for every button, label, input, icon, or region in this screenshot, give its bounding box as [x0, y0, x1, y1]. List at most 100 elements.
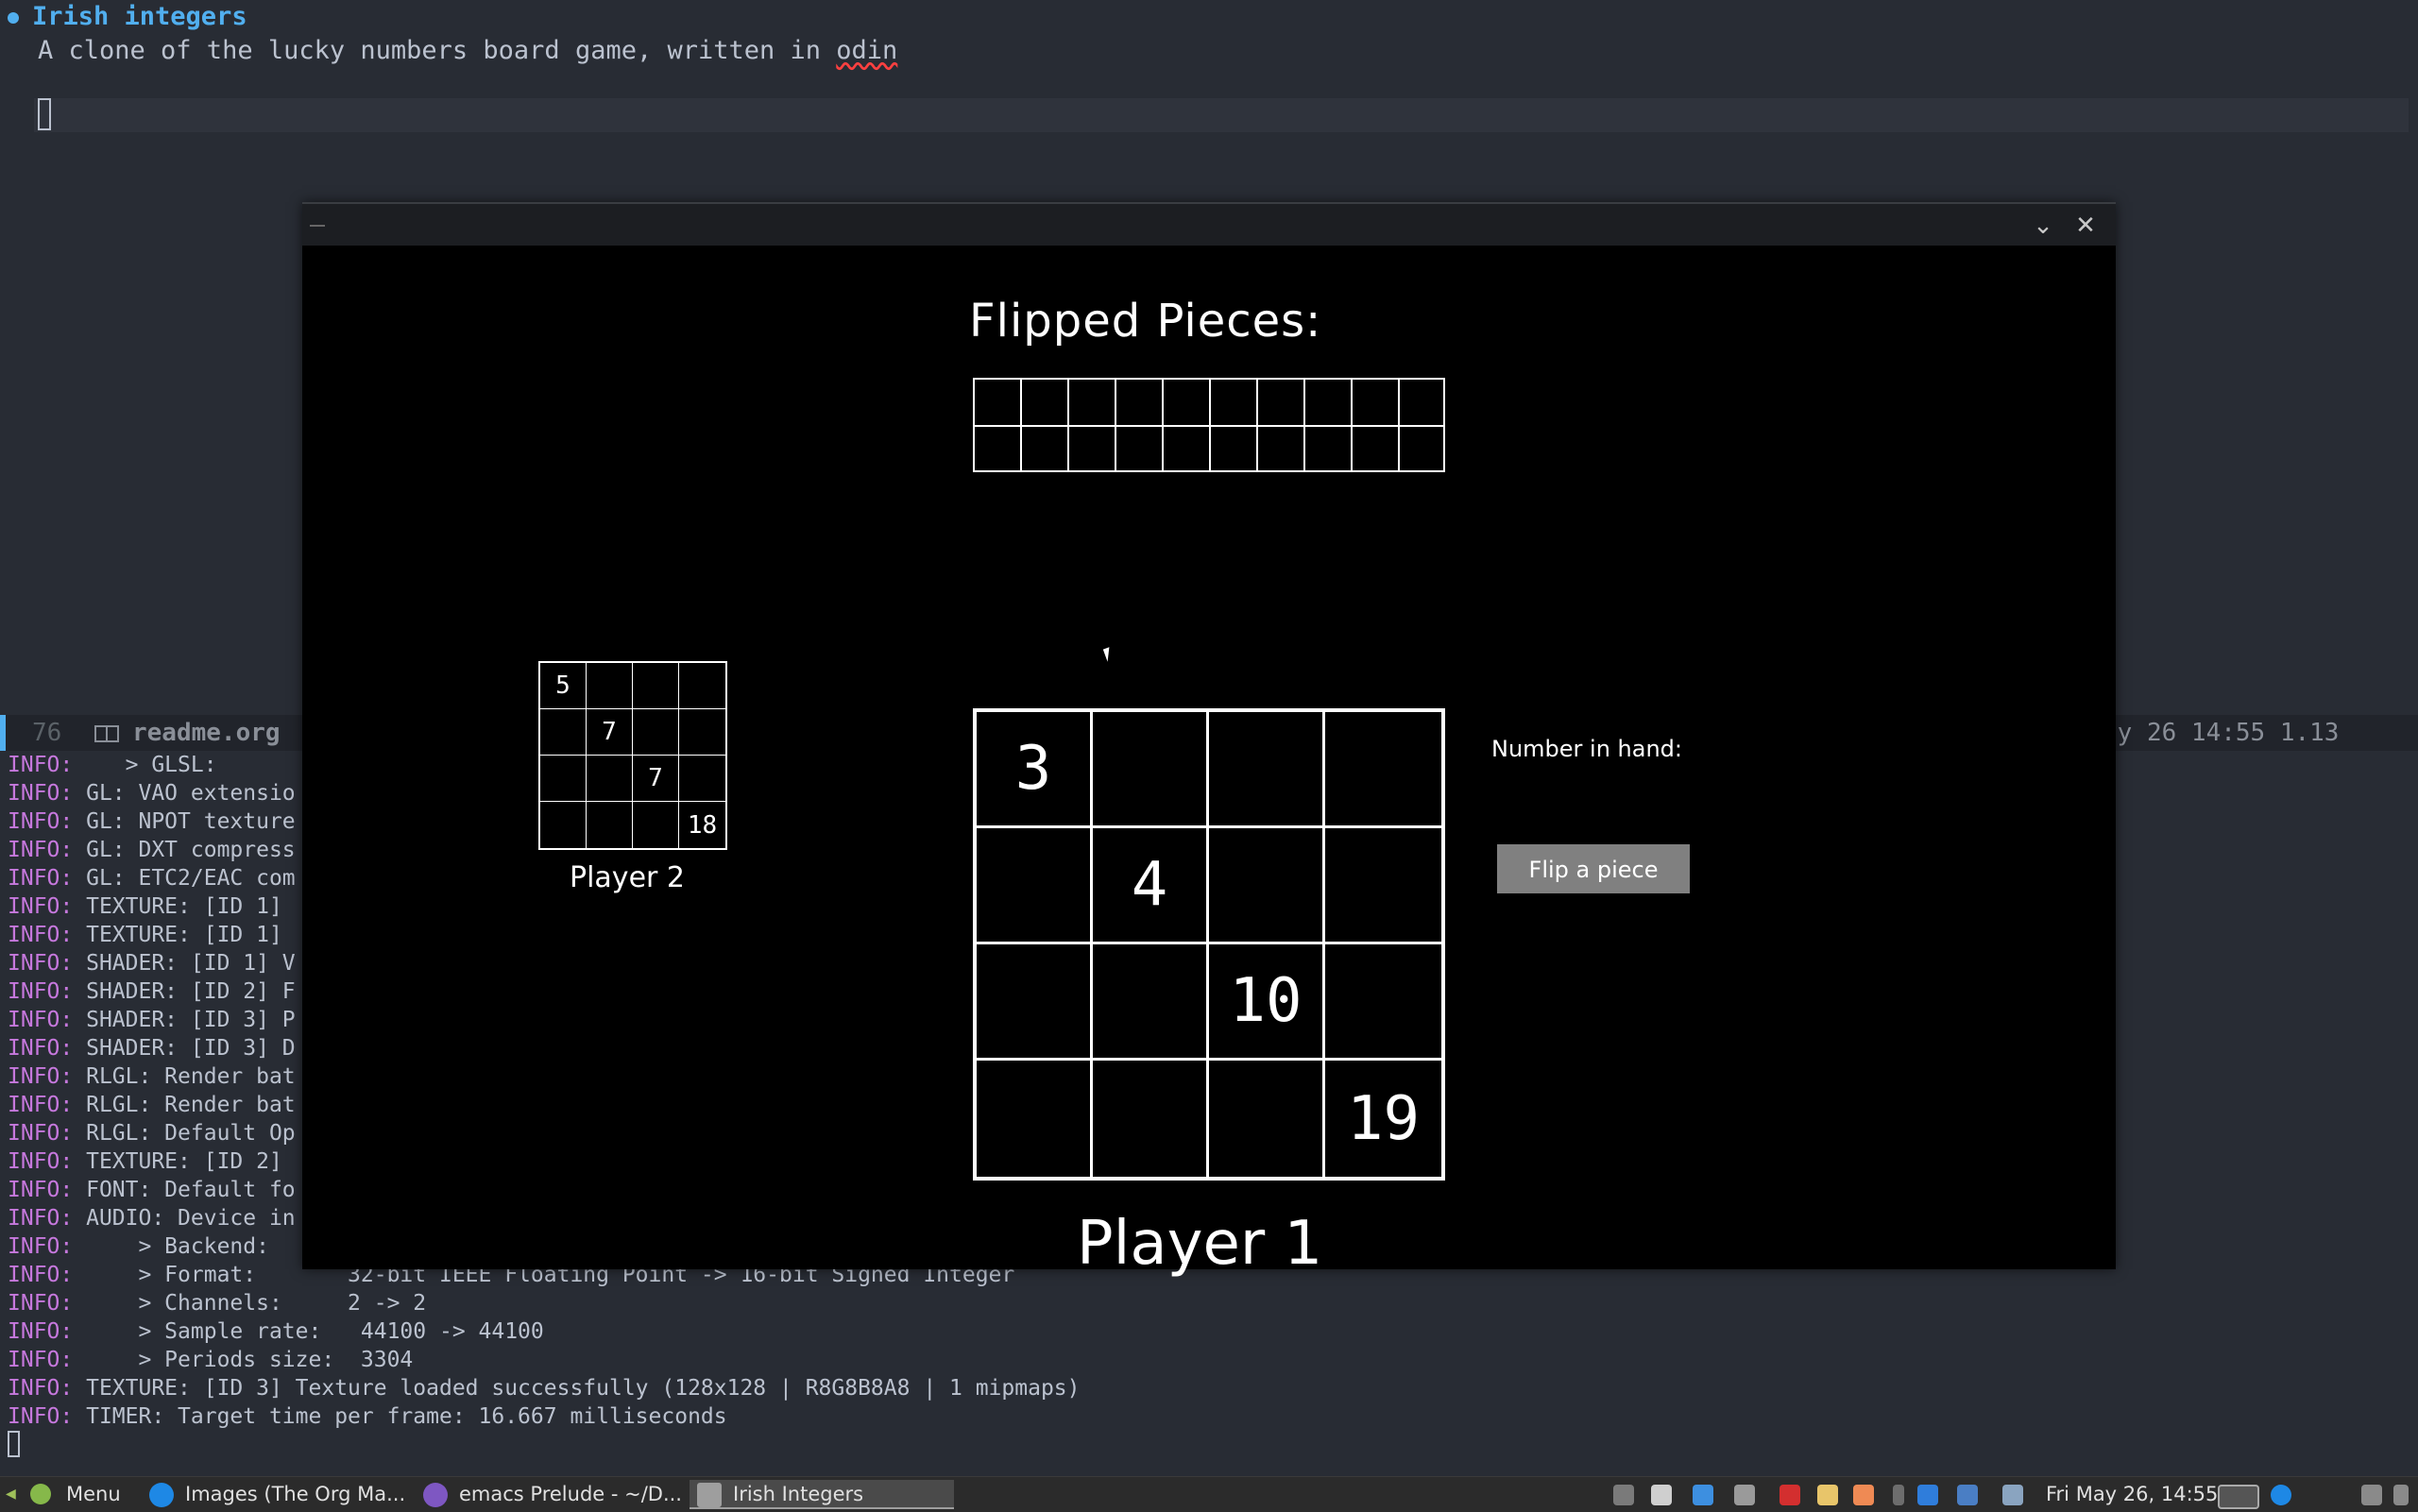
log-text: > GLSL: — [73, 753, 282, 777]
log-text: > Channels: 2 -> 2 — [73, 1291, 427, 1316]
log-text: > Sample rate: 44100 -> 44100 — [73, 1319, 544, 1344]
player1-cell[interactable]: 19 — [1325, 1061, 1441, 1177]
player1-cell[interactable]: 3 — [977, 712, 1093, 828]
modeline-indicator — [0, 715, 6, 751]
org-description: A clone of the lucky numbers board game,… — [38, 34, 897, 68]
player1-board[interactable]: 3 4 10 19 — [973, 708, 1445, 1181]
log-level: INFO: — [8, 1348, 74, 1372]
log-text: RLGL: Default Op — [73, 1121, 296, 1146]
player2-cell: 7 — [587, 709, 633, 756]
player1-cell[interactable] — [977, 828, 1093, 944]
workspace-icon[interactable] — [2218, 1485, 2259, 1509]
player1-cell[interactable] — [1093, 944, 1209, 1061]
log-line: INFO: > Channels: 2 -> 2 — [8, 1289, 426, 1317]
player1-cell[interactable] — [1093, 712, 1209, 828]
org-heading-text: Irish integers — [32, 2, 247, 31]
log-level: INFO: — [8, 838, 74, 862]
player1-label: Player 1 — [1077, 1209, 1323, 1279]
log-level: INFO: — [8, 1291, 74, 1316]
log-cursor — [8, 1431, 20, 1457]
current-line-highlight — [34, 98, 2409, 132]
bluetooth-icon[interactable] — [1917, 1485, 1938, 1505]
player2-cell: 18 — [687, 810, 718, 840]
menu-button[interactable]: Menu — [66, 1477, 121, 1512]
log-line: INFO: AUDIO: Device in — [8, 1204, 296, 1232]
player2-cell — [587, 756, 633, 802]
player2-cell: 5 — [540, 663, 587, 709]
log-text: RLGL: Render bat — [73, 1093, 296, 1117]
log-line: INFO: SHADER: [ID 3] D — [8, 1034, 296, 1062]
log-line: INFO: > Backend: — [8, 1232, 296, 1261]
dropbox-icon[interactable] — [1693, 1485, 1713, 1505]
creative-cloud-icon[interactable] — [1651, 1485, 1672, 1505]
task-irish-integers[interactable]: Irish Integers — [690, 1480, 954, 1509]
player1-cell[interactable] — [1209, 712, 1325, 828]
log-line: INFO: GL: ETC2/EAC com — [8, 864, 296, 892]
window-titlebar[interactable]: ⌄ ✕ — [302, 202, 2116, 246]
player2-label: Player 2 — [570, 861, 685, 894]
edge-icon — [149, 1483, 174, 1507]
player1-cell[interactable]: 4 — [1093, 828, 1209, 944]
player1-cell[interactable]: 10 — [1209, 944, 1325, 1061]
player1-cell[interactable] — [1325, 712, 1441, 828]
log-text: AUDIO: Device in — [73, 1206, 296, 1231]
parking-icon[interactable] — [1817, 1485, 1838, 1505]
log-line: INFO: GL: VAO extensio — [8, 779, 296, 807]
window-menu-icon[interactable] — [310, 225, 325, 227]
org-bullet-icon — [8, 11, 19, 24]
collapse-button[interactable]: ⌄ — [2027, 210, 2059, 242]
misspelled-word: odin — [836, 36, 898, 65]
player2-cell — [540, 756, 587, 802]
flipped-pieces-title: Flipped Pieces: — [969, 295, 1322, 348]
battery-icon[interactable] — [1893, 1485, 1904, 1505]
log-line: INFO: RLGL: Render bat — [8, 1091, 296, 1119]
log-text: TEXTURE: [ID 1] — [73, 894, 296, 919]
log-text: GL: VAO extensio — [73, 781, 296, 806]
log-level: INFO: — [8, 1376, 74, 1401]
folder-icon[interactable] — [2361, 1485, 2382, 1505]
player1-cell[interactable] — [977, 1061, 1093, 1177]
task-label: Irish Integers — [733, 1483, 864, 1505]
player2-cell — [633, 663, 679, 709]
log-level: INFO: — [8, 1263, 74, 1287]
menu-arrow-icon[interactable]: ◀ — [6, 1477, 16, 1512]
flip-piece-button[interactable]: Flip a piece — [1497, 844, 1690, 893]
log-level: INFO: — [8, 1008, 74, 1032]
log-text: RLGL: Render bat — [73, 1064, 296, 1089]
player1-cell[interactable] — [1209, 1061, 1325, 1177]
player1-cell[interactable] — [1325, 944, 1441, 1061]
log-line: INFO: RLGL: Default Op — [8, 1119, 296, 1147]
log-level: INFO: — [8, 1149, 74, 1174]
network-graph-icon[interactable] — [1957, 1485, 1978, 1505]
volume-icon[interactable] — [1734, 1485, 1755, 1505]
mouse-cursor-icon — [1102, 647, 1115, 662]
player1-cell[interactable] — [1093, 1061, 1209, 1177]
log-level: INFO: — [8, 1206, 74, 1231]
task-emacs[interactable]: emacs Prelude - ~/D... — [416, 1480, 690, 1509]
log-level: INFO: — [8, 753, 74, 777]
log-level: INFO: — [8, 894, 74, 919]
log-text: SHADER: [ID 2] F — [73, 979, 296, 1004]
update-icon[interactable] — [1853, 1485, 1874, 1505]
close-button[interactable]: ✕ — [2069, 210, 2102, 242]
shield-icon[interactable] — [1779, 1485, 1800, 1505]
modeline-status: ay 26 14:55 1.13 — [2103, 719, 2340, 747]
task-images[interactable]: Images (The Org Ma... — [142, 1480, 416, 1509]
flipped-pieces-grid[interactable] — [973, 378, 1445, 472]
clock[interactable]: Fri May 26, 14:55 — [2046, 1477, 2218, 1512]
taskbar: ◀ Menu Images (The Org Ma... emacs Prelu… — [0, 1476, 2418, 1512]
player1-cell[interactable] — [977, 944, 1093, 1061]
network-icon[interactable] — [2002, 1485, 2023, 1505]
keyboard-icon[interactable] — [1613, 1485, 1634, 1505]
player1-cell[interactable] — [1209, 828, 1325, 944]
number-in-hand-label: Number in hand: — [1491, 736, 1682, 762]
log-level: INFO: — [8, 866, 74, 891]
game-window[interactable]: ⌄ ✕ Flipped Pieces: 5 7 7 18 Player 2 3 4 10 1… — [302, 202, 2116, 1279]
log-level: INFO: — [8, 1404, 74, 1429]
edge-icon[interactable] — [2271, 1485, 2291, 1505]
game-canvas[interactable]: Flipped Pieces: 5 7 7 18 Player 2 3 4 10 19 Pl… — [302, 246, 2116, 1279]
mint-logo-icon[interactable] — [30, 1484, 51, 1504]
player1-cell[interactable] — [1325, 828, 1441, 944]
log-level: INFO: — [8, 951, 74, 976]
show-desktop-icon[interactable] — [2393, 1485, 2409, 1505]
